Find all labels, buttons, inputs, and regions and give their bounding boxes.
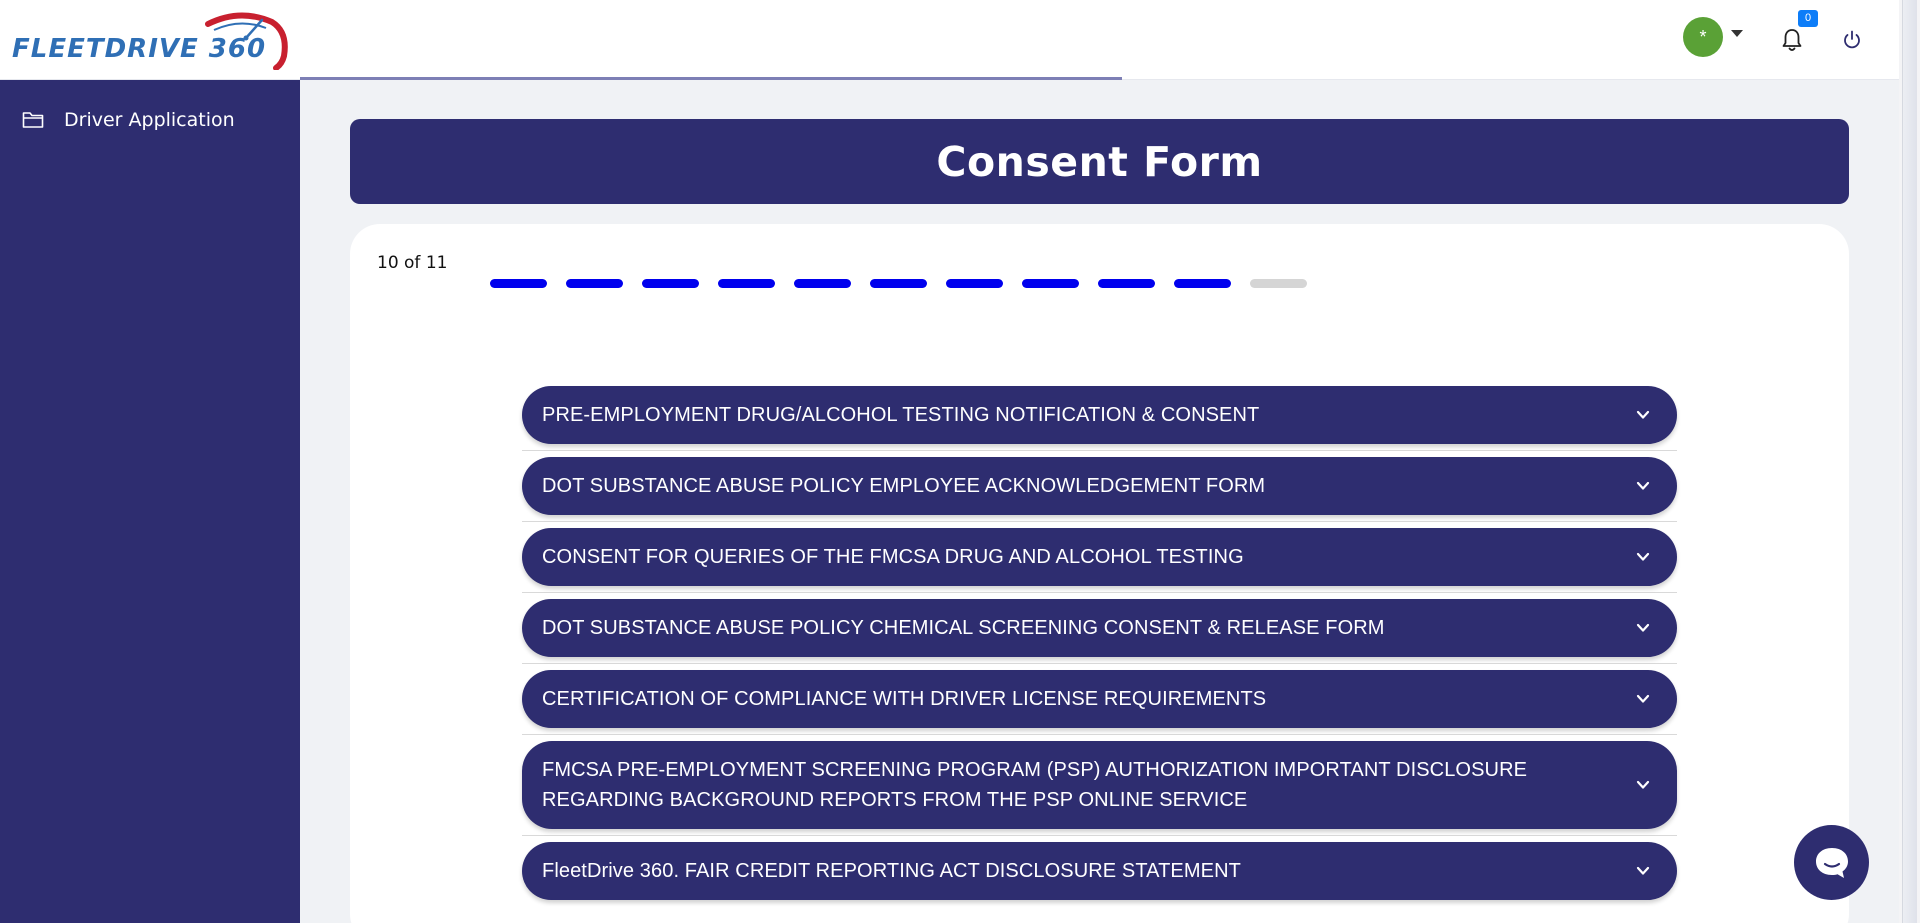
accordion-item-label: CONSENT FOR QUERIES OF THE FMCSA DRUG AN… xyxy=(542,546,1244,568)
page-title: Consent Form xyxy=(936,137,1263,186)
accordion-divider xyxy=(522,835,1677,836)
step-segment-complete xyxy=(718,279,775,288)
step-progress xyxy=(490,279,1307,288)
page-scrollbar-thumb[interactable] xyxy=(1902,0,1917,923)
chevron-down-icon[interactable] xyxy=(1635,864,1651,878)
accordion-item-label: PRE-EMPLOYMENT DRUG/ALCOHOL TESTING NOTI… xyxy=(542,404,1260,426)
top-header: FLEETDRIVE 360 * 0 xyxy=(0,0,1899,80)
step-segment-complete xyxy=(490,279,547,288)
chevron-down-icon[interactable] xyxy=(1635,479,1651,493)
chat-bubble-icon xyxy=(1815,847,1848,878)
accordion-item[interactable]: DOT SUBSTANCE ABUSE POLICY CHEMICAL SCRE… xyxy=(522,599,1677,657)
chevron-down-icon[interactable] xyxy=(1635,692,1651,706)
chevron-down-icon[interactable] xyxy=(1635,621,1651,635)
fleetdrive-logo[interactable]: FLEETDRIVE 360 xyxy=(10,12,292,70)
accordion-item-label: FleetDrive 360. FAIR CREDIT REPORTING AC… xyxy=(542,860,1241,882)
accordion-divider xyxy=(522,592,1677,593)
page-title-banner: Consent Form xyxy=(350,119,1849,204)
user-menu-caret-icon[interactable] xyxy=(1731,30,1743,37)
page-load-progress xyxy=(300,77,1122,80)
chat-launcher-button[interactable] xyxy=(1794,825,1869,900)
step-segment-complete xyxy=(870,279,927,288)
accordion-divider xyxy=(522,521,1677,522)
step-segment-complete xyxy=(1174,279,1231,288)
accordion-item[interactable]: CONSENT FOR QUERIES OF THE FMCSA DRUG AN… xyxy=(522,528,1677,586)
chevron-down-icon[interactable] xyxy=(1635,778,1651,792)
user-avatar[interactable]: * xyxy=(1683,17,1723,57)
accordion-divider xyxy=(522,734,1677,735)
bell-icon[interactable] xyxy=(1780,27,1804,53)
accordion-item[interactable]: PRE-EMPLOYMENT DRUG/ALCOHOL TESTING NOTI… xyxy=(522,386,1677,444)
sidebar: Driver Application xyxy=(0,80,300,923)
chevron-down-icon[interactable] xyxy=(1635,550,1651,564)
accordion-item-label: DOT SUBSTANCE ABUSE POLICY EMPLOYEE ACKN… xyxy=(542,475,1266,497)
step-segment-complete xyxy=(1098,279,1155,288)
step-segment-complete xyxy=(642,279,699,288)
accordion-divider xyxy=(522,663,1677,664)
consent-accordion: PRE-EMPLOYMENT DRUG/ALCOHOL TESTING NOTI… xyxy=(522,386,1677,900)
folder-icon xyxy=(22,112,44,128)
accordion-item[interactable]: DOT SUBSTANCE ABUSE POLICY EMPLOYEE ACKN… xyxy=(522,457,1677,515)
step-segment-complete xyxy=(566,279,623,288)
accordion-item[interactable]: FMCSA PRE-EMPLOYMENT SCREENING PROGRAM (… xyxy=(522,741,1677,829)
accordion-item-label: DOT SUBSTANCE ABUSE POLICY CHEMICAL SCRE… xyxy=(542,617,1385,639)
chevron-down-icon[interactable] xyxy=(1635,408,1651,422)
accordion-item[interactable]: FleetDrive 360. FAIR CREDIT REPORTING AC… xyxy=(522,842,1677,900)
step-segment-complete xyxy=(794,279,851,288)
step-segment-complete xyxy=(946,279,1003,288)
sidebar-item-driver-application[interactable]: Driver Application xyxy=(0,100,300,140)
step-segment-complete xyxy=(1022,279,1079,288)
notification-badge: 0 xyxy=(1798,10,1818,27)
accordion-item-label: CERTIFICATION OF COMPLIANCE WITH DRIVER … xyxy=(542,688,1267,710)
step-segment-pending xyxy=(1250,279,1307,288)
power-icon[interactable] xyxy=(1840,28,1864,52)
accordion-divider xyxy=(522,450,1677,451)
accordion-item[interactable]: CERTIFICATION OF COMPLIANCE WITH DRIVER … xyxy=(522,670,1677,728)
step-counter: 10 of 11 xyxy=(377,253,448,273)
logo-text: FLEETDRIVE 360 xyxy=(12,34,267,64)
sidebar-item-label: Driver Application xyxy=(64,109,235,131)
accordion-item-label: FMCSA PRE-EMPLOYMENT SCREENING PROGRAM (… xyxy=(542,759,1528,811)
